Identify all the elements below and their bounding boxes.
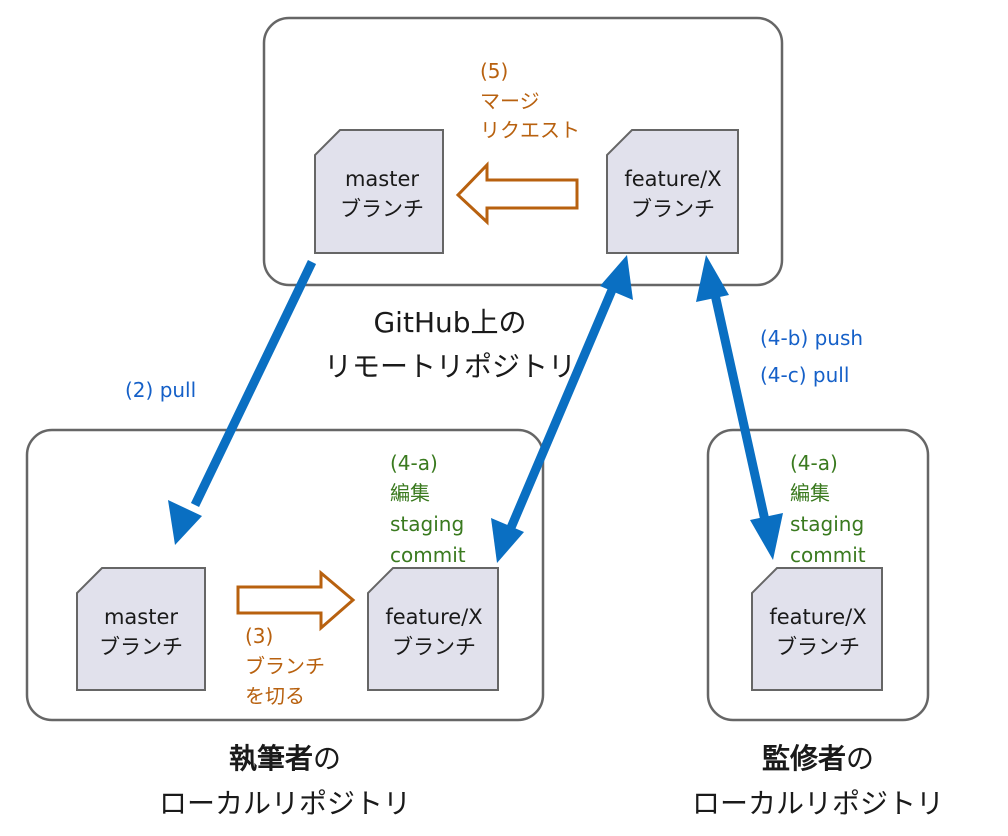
branch-step-text2: を切る bbox=[245, 684, 305, 708]
reviewer-feature-branch-doc bbox=[751, 567, 883, 691]
github-title-line2: リモートリポジトリ bbox=[324, 350, 576, 383]
writer-edit-step-text2: staging bbox=[390, 512, 464, 536]
writer-edit-step-text3: commit bbox=[390, 543, 466, 567]
writer-edit-step-number: (4-a) bbox=[390, 451, 438, 475]
arrowhead-icon bbox=[750, 513, 783, 560]
branch-step-number: (3) bbox=[245, 624, 273, 648]
branch-arrow-icon bbox=[236, 569, 356, 632]
arrowhead-icon bbox=[600, 255, 633, 300]
git-workflow-diagram: master ブランチ feature/X ブランチ (5) マージ リクエスト… bbox=[25, 16, 944, 820]
github-master-branch-doc bbox=[314, 129, 444, 254]
arrowhead-icon bbox=[696, 255, 729, 302]
merge-arrow-icon bbox=[455, 161, 579, 226]
arrowhead-icon bbox=[168, 500, 202, 545]
branch-step-text1: ブランチ bbox=[245, 654, 325, 678]
reviewer-edit-step-text1: 編集 bbox=[790, 481, 830, 505]
github-master-label: master bbox=[345, 167, 419, 191]
github-feature-label: feature/X bbox=[624, 167, 721, 191]
reviewer-title-bold: 監修者 bbox=[762, 742, 846, 775]
push-label: (4-b) push bbox=[760, 326, 863, 350]
merge-step-number: (5) bbox=[480, 59, 508, 83]
reviewer-title-line1: 監修者の bbox=[762, 742, 874, 775]
writer-edit-step-text1: 編集 bbox=[390, 481, 430, 505]
pull2-label: (4-c) pull bbox=[760, 363, 849, 387]
writer-feature-branch-doc bbox=[367, 567, 499, 691]
writer-master-branch-doc bbox=[76, 567, 206, 691]
reviewer-title-suffix: の bbox=[846, 742, 874, 775]
writer-push-pull-arrow bbox=[491, 255, 633, 563]
writer-master-sublabel: ブランチ bbox=[99, 635, 183, 659]
writer-master-label: master bbox=[104, 605, 178, 629]
writer-title-line1: 執筆者の bbox=[229, 742, 341, 775]
reviewer-edit-step-number: (4-a) bbox=[790, 451, 838, 475]
writer-title-suffix: の bbox=[313, 742, 341, 775]
github-master-sublabel: ブランチ bbox=[340, 197, 424, 221]
reviewer-edit-step-text3: commit bbox=[790, 543, 866, 567]
writer-title-line2: ローカルリポジトリ bbox=[159, 787, 411, 820]
writer-feature-label: feature/X bbox=[385, 605, 482, 629]
reviewer-edit-step-text2: staging bbox=[790, 512, 864, 536]
github-feature-sublabel: ブランチ bbox=[631, 197, 715, 221]
reviewer-feature-label: feature/X bbox=[769, 605, 866, 629]
pull-label: (2) pull bbox=[125, 378, 196, 402]
writer-title-bold: 執筆者 bbox=[229, 742, 313, 775]
github-feature-branch-doc bbox=[606, 129, 739, 254]
merge-step-text1: マージ bbox=[480, 89, 540, 113]
merge-step-text2: リクエスト bbox=[480, 118, 580, 142]
writer-feature-sublabel: ブランチ bbox=[392, 635, 476, 659]
reviewer-feature-sublabel: ブランチ bbox=[776, 635, 860, 659]
github-title-line1: GitHub上の bbox=[373, 306, 526, 339]
reviewer-title-line2: ローカルリポジトリ bbox=[692, 787, 944, 820]
pull-arrow bbox=[168, 260, 317, 545]
